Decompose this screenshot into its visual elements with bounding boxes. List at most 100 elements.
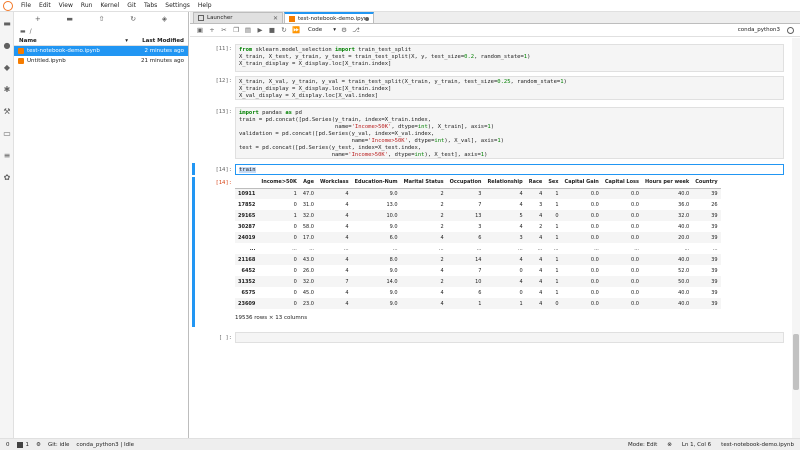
git-diff-icon[interactable]: ⎇ xyxy=(350,25,362,36)
table-cell: 32.0 xyxy=(302,212,314,219)
table-cell: 2 xyxy=(440,212,444,219)
code-cell-active[interactable]: [14]: train [14]: Income>50K Age Workcla… xyxy=(192,163,784,327)
new-launcher-icon[interactable]: + xyxy=(35,15,41,23)
run-icon[interactable]: ▶ xyxy=(254,25,266,36)
file-row[interactable]: test-notebook-demo.ipynb 2 minutes ago xyxy=(14,46,188,56)
extension-icon[interactable]: ✱ xyxy=(2,84,12,94)
copy-icon[interactable]: ❐ xyxy=(230,25,242,36)
mode-indicator[interactable]: Mode: Edit xyxy=(628,442,657,448)
tab-notebook[interactable]: test-notebook-demo.ipynb xyxy=(284,12,374,23)
toc-icon[interactable]: ≡ xyxy=(2,150,12,160)
folder-icon[interactable]: ▬ xyxy=(2,18,12,28)
table-cell: 2 xyxy=(440,256,444,263)
code-cell[interactable]: [ ]: xyxy=(198,332,784,344)
table-cell: 13.0 xyxy=(386,201,398,208)
notebook-file-icon xyxy=(18,48,24,54)
input-collapser[interactable] xyxy=(192,163,195,175)
table-cell: 17.0 xyxy=(302,234,314,241)
cell-input[interactable]: import pandas as pd train = pd.concat([p… xyxy=(235,107,784,159)
column-modified-header[interactable]: Last Modified xyxy=(134,38,184,44)
breadcrumb-root[interactable]: / xyxy=(30,28,32,35)
table-cell: 4 xyxy=(345,267,349,274)
debugger-icon[interactable]: ⚙ xyxy=(338,25,350,36)
cut-icon[interactable]: ✂ xyxy=(218,25,230,36)
sort-chevron-icon[interactable]: ▾ xyxy=(125,38,128,44)
kernels-count[interactable]: 1 xyxy=(26,442,30,448)
cell-input[interactable] xyxy=(235,332,784,343)
wrench-icon[interactable]: ⚒ xyxy=(2,106,12,116)
table-cell: 7 xyxy=(478,267,482,274)
table-row: 30287 0 58.0 4 9.0 2 3 4 2 1 0.0 0.0 40.0 39 xyxy=(235,221,721,232)
table-cell: 1 xyxy=(555,190,559,197)
close-icon[interactable]: ✕ xyxy=(273,15,278,22)
git-status[interactable]: Git: idle xyxy=(48,442,69,448)
palette-icon[interactable]: ✿ xyxy=(2,172,12,182)
git-clone-icon[interactable]: ◈ xyxy=(162,15,167,23)
index-header xyxy=(235,177,258,188)
insert-cell-icon[interactable]: + xyxy=(206,25,218,36)
menu-view[interactable]: View xyxy=(55,0,77,12)
kernel-name[interactable]: conda_python3 xyxy=(738,27,780,33)
folder-icon[interactable]: ▬ xyxy=(20,28,26,35)
column-header: Occupation xyxy=(449,179,482,186)
menu-tabs[interactable]: Tabs xyxy=(140,0,161,12)
menu-file[interactable]: File xyxy=(17,0,35,12)
file-row[interactable]: Untitled.ipynb 21 minutes ago xyxy=(14,56,188,66)
menu-run[interactable]: Run xyxy=(77,0,97,12)
git-icon[interactable]: ◆ xyxy=(2,62,12,72)
table-cell: 2 xyxy=(440,223,444,230)
table-cell: 4 xyxy=(539,267,543,274)
table-cell: 0 xyxy=(293,278,297,285)
file-name: Untitled.ipynb xyxy=(27,58,66,64)
table-cell: 4 xyxy=(345,234,349,241)
tab-launcher[interactable]: Launcher ✕ xyxy=(193,12,283,23)
code-cell[interactable]: [11]: from sklearn.model_selection impor… xyxy=(198,42,784,72)
table-cell: 40.0 xyxy=(678,223,690,230)
cell-type-select[interactable]: Code ▾ xyxy=(306,26,338,35)
upload-icon[interactable]: ⇧ xyxy=(99,15,105,23)
stop-icon[interactable]: ■ xyxy=(266,25,278,36)
cell-input[interactable]: X_train, X_val, y_train, y_val = train_t… xyxy=(235,76,784,100)
code-cell[interactable]: [12]: X_train, X_val, y_train, y_val = t… xyxy=(198,74,784,102)
cell-input[interactable]: train xyxy=(235,164,784,175)
cursor-position[interactable]: Ln 1, Col 6 xyxy=(682,442,711,448)
table-cell: 2 xyxy=(440,278,444,285)
restart-icon[interactable]: ↻ xyxy=(278,25,290,36)
paste-icon[interactable]: ▤ xyxy=(242,25,254,36)
column-name-header[interactable]: Name xyxy=(18,38,125,44)
tab-list-icon[interactable]: ▭ xyxy=(2,128,12,138)
column-header: Education-Num xyxy=(354,179,398,186)
table-cell: 39 xyxy=(711,190,718,197)
cell-prompt: [13]: xyxy=(215,109,232,115)
run-all-icon[interactable]: ⏩ xyxy=(290,25,302,36)
running-icon[interactable]: ● xyxy=(2,40,12,50)
table-cell: 4 xyxy=(345,201,349,208)
output-collapser[interactable] xyxy=(192,177,195,327)
refresh-icon[interactable]: ↻ xyxy=(130,15,136,23)
menu-git[interactable]: Git xyxy=(123,0,140,12)
table-cell: 43.0 xyxy=(302,256,314,263)
terminals-count[interactable]: 0 xyxy=(6,442,10,448)
unsaved-indicator-icon[interactable] xyxy=(365,16,369,21)
table-cell: 0.0 xyxy=(631,212,639,219)
table-cell: 0.0 xyxy=(590,300,599,307)
table-cell: 0.0 xyxy=(631,278,639,285)
new-folder-icon[interactable]: ▬ xyxy=(66,15,73,23)
table-row: ........................................… xyxy=(235,243,721,254)
breadcrumb: ▬ / xyxy=(14,26,188,36)
table-cell: 1 xyxy=(555,223,559,230)
code-cell[interactable]: [13]: import pandas as pd train = pd.con… xyxy=(198,105,784,159)
table-cell: 0.0 xyxy=(631,300,639,307)
menu-kernel[interactable]: Kernel xyxy=(96,0,123,12)
cell-input[interactable]: from sklearn.model_selection import trai… xyxy=(235,44,784,72)
table-cell: 9.0 xyxy=(389,267,398,274)
debugger-icon[interactable]: ⊗ xyxy=(667,442,672,448)
kernel-status[interactable]: conda_python3 | Idle xyxy=(76,442,134,448)
menu-help[interactable]: Help xyxy=(194,0,216,12)
scrollbar-thumb[interactable] xyxy=(793,334,799,390)
menu-settings[interactable]: Settings xyxy=(161,0,194,12)
menu-edit[interactable]: Edit xyxy=(35,0,55,12)
save-icon[interactable]: ▣ xyxy=(194,25,206,36)
scrollbar[interactable] xyxy=(792,38,800,438)
terminal-icon xyxy=(16,441,23,448)
